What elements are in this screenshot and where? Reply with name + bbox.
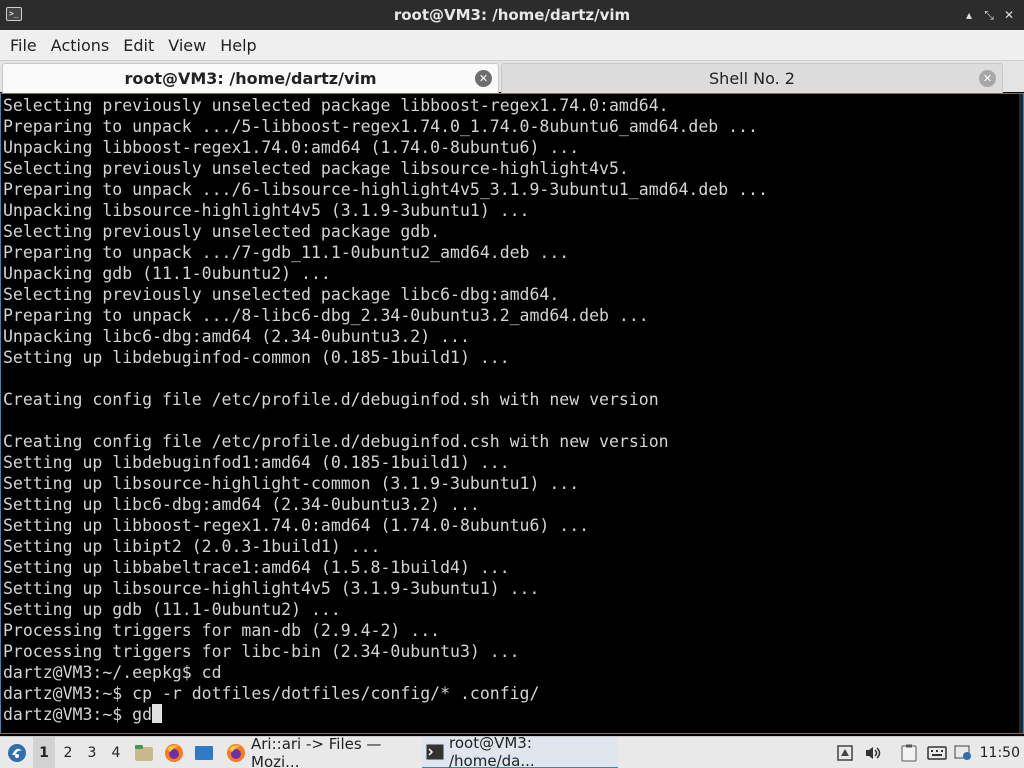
close-icon[interactable]: ✕ — [1000, 5, 1018, 25]
terminal-line: Setting up libboost-regex1.74.0:amd64 (1… — [3, 516, 590, 535]
workspace-1[interactable]: 1 — [33, 737, 55, 768]
taskbar: 1 2 3 4 Ari::ari -> Files — Mozi... root… — [0, 734, 1024, 768]
terminal-line: Selecting previously unselected package … — [3, 285, 560, 304]
workspace-3[interactable]: 3 — [81, 737, 103, 768]
distro-menu-icon[interactable] — [6, 737, 28, 768]
tab-close-icon[interactable]: ✕ — [475, 70, 492, 87]
terminal-icon — [426, 744, 444, 760]
menu-file[interactable]: File — [3, 36, 44, 55]
terminal-line: Setting up libdebuginfod1:amd64 (0.185-1… — [3, 453, 510, 472]
clipboard-icon[interactable] — [896, 737, 922, 768]
terminal-line: Preparing to unpack .../6-libsource-high… — [3, 180, 768, 199]
tab-shell-2[interactable]: Shell No. 2 ✕ — [501, 63, 1003, 93]
menu-actions[interactable]: Actions — [44, 36, 116, 55]
terminal-input-line[interactable]: dartz@VM3:~$ gd — [3, 704, 768, 725]
terminal-scrollbar[interactable] — [1019, 94, 1023, 733]
tab-label: Shell No. 2 — [709, 69, 795, 88]
terminal-current-input[interactable]: gd — [132, 705, 152, 724]
terminal-line: Setting up libsource-highlight-common (3… — [3, 474, 580, 493]
firefox-icon — [226, 743, 246, 763]
volume-icon[interactable] — [860, 737, 886, 768]
task-label: root@VM3: /home/da... — [449, 734, 535, 768]
terminal-line: Processing triggers for man-db (2.9.4-2)… — [3, 621, 441, 640]
desktop-icon[interactable] — [192, 737, 216, 768]
firefox-icon[interactable] — [162, 737, 186, 768]
keyboard-icon[interactable] — [924, 737, 950, 768]
terminal-output[interactable]: Selecting previously unselected package … — [0, 93, 1024, 734]
terminal-line: Unpacking libc6-dbg:amd64 (2.34-0ubuntu3… — [3, 327, 470, 346]
terminal-line: Setting up gdb (11.1-0ubuntu2) ... — [3, 600, 341, 619]
terminal-line: Preparing to unpack .../5-libboost-regex… — [3, 117, 758, 136]
terminal-line: Setting up libsource-highlight4v5 (3.1.9… — [3, 579, 540, 598]
menu-edit[interactable]: Edit — [116, 36, 161, 55]
terminal-line: Processing triggers for libc-bin (2.34-0… — [3, 642, 520, 661]
terminal-cursor — [152, 704, 163, 723]
terminal-line: Preparing to unpack .../8-libc6-dbg_2.34… — [3, 306, 649, 325]
tab-bar: root@VM3: /home/dartz/vim ✕ Shell No. 2 … — [0, 60, 1024, 93]
window-controls: ▴ ⤡ ✕ — [960, 5, 1018, 25]
window-titlebar[interactable]: >_ root@VM3: /home/dartz/vim ▴ ⤡ ✕ — [0, 0, 1024, 30]
menubar: File Actions Edit View Help — [0, 30, 1024, 60]
terminal-line: Setting up libc6-dbg:amd64 (2.34-0ubuntu… — [3, 495, 480, 514]
workspace-4[interactable]: 4 — [105, 737, 127, 768]
file-manager-icon[interactable] — [132, 737, 156, 768]
menu-view[interactable]: View — [161, 36, 213, 55]
task-terminal[interactable]: root@VM3: /home/da... — [422, 734, 618, 768]
window-title: root@VM3: /home/dartz/vim — [393, 6, 631, 24]
terminal-app-icon[interactable]: >_ — [6, 7, 22, 21]
terminal-line: Setting up libipt2 (2.0.3-1build1) ... — [3, 537, 381, 556]
terminal-prompt: dartz@VM3:~$ — [3, 705, 133, 724]
network-icon[interactable] — [832, 737, 858, 768]
updates-icon[interactable] — [950, 737, 976, 768]
terminal-line: dartz@VM3:~$ cp -r dotfiles/dotfiles/con… — [3, 684, 540, 703]
tab-label: root@VM3: /home/dartz/vim — [124, 69, 377, 88]
maximize-icon[interactable]: ⤡ — [980, 5, 998, 25]
task-label: Ari::ari -> Files — Mozi... — [251, 735, 382, 768]
task-firefox[interactable]: Ari::ari -> Files — Mozi... — [222, 735, 419, 768]
terminal-line: Setting up libdebuginfod-common (0.185-1… — [3, 348, 510, 367]
terminal-line: Selecting previously unselected package … — [3, 159, 629, 178]
terminal-line: Selecting previously unselected package … — [3, 222, 441, 241]
terminal-line: Setting up libbabeltrace1:amd64 (1.5.8-1… — [3, 558, 510, 577]
terminal-line: Unpacking libboost-regex1.74.0:amd64 (1.… — [3, 138, 580, 157]
terminal-line: Unpacking libsource-highlight4v5 (3.1.9-… — [3, 201, 530, 220]
minimize-icon[interactable]: ▴ — [960, 5, 978, 25]
menu-help[interactable]: Help — [213, 36, 263, 55]
tab-root-vim[interactable]: root@VM3: /home/dartz/vim ✕ — [2, 63, 499, 93]
workspace-2[interactable]: 2 — [57, 737, 79, 768]
terminal-line: Preparing to unpack .../7-gdb_11.1-0ubun… — [3, 243, 570, 262]
terminal-lines: Selecting previously unselected package … — [3, 95, 768, 725]
terminal-line: Creating config file /etc/profile.d/debu… — [3, 390, 659, 409]
terminal-line: dartz@VM3:~/.eepkg$ cd — [3, 663, 222, 682]
tab-close-icon[interactable]: ✕ — [979, 70, 996, 87]
clock[interactable]: 11:50 — [980, 737, 1020, 768]
terminal-line: Selecting previously unselected package … — [3, 96, 669, 115]
terminal-line: Creating config file /etc/profile.d/debu… — [3, 432, 669, 451]
terminal-line: Unpacking gdb (11.1-0ubuntu2) ... — [3, 264, 331, 283]
